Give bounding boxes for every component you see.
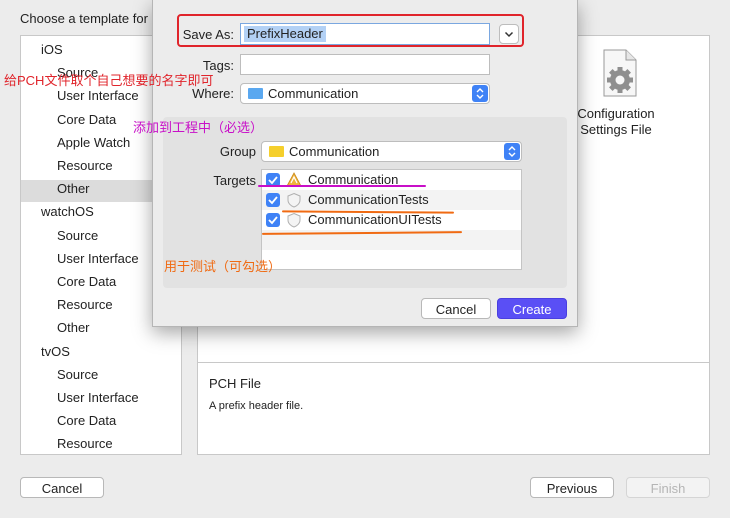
sidebar-item[interactable]: Resource — [57, 436, 113, 451]
checkbox-checked-icon[interactable] — [266, 193, 280, 207]
sidebar-item[interactable]: Resource — [57, 297, 113, 312]
sidebar-item[interactable]: User Interface — [57, 88, 139, 103]
targets-label: Targets — [213, 173, 256, 188]
description-title: PCH File — [209, 376, 262, 391]
group-label: Group — [219, 144, 256, 159]
target-name: CommunicationUITests — [308, 212, 442, 227]
sidebar-item[interactable]: Core Data — [57, 413, 116, 428]
sidebar-item[interactable]: Source — [57, 228, 98, 243]
chooser-title: Choose a template for — [20, 11, 148, 26]
annotation-add-to-project: 添加到工程中（必选） — [133, 120, 264, 135]
cancel-button[interactable]: Cancel — [20, 477, 104, 498]
gear-document-icon[interactable] — [598, 48, 640, 98]
sidebar-item[interactable]: Other — [57, 320, 90, 335]
sidebar-item[interactable]: Resource — [57, 158, 113, 173]
previous-button[interactable]: Previous — [530, 477, 614, 498]
sidebar-platform[interactable]: tvOS — [41, 344, 70, 359]
sidebar-item[interactable]: Core Data — [57, 274, 116, 289]
sidebar-item[interactable]: Core Data — [57, 112, 116, 127]
checkbox-checked-icon[interactable] — [266, 213, 280, 227]
sidebar-item[interactable]: Other — [57, 181, 90, 196]
folder-icon — [248, 88, 263, 99]
folder-icon — [269, 146, 284, 157]
target-row[interactable]: CommunicationTests — [262, 190, 521, 210]
sidebar-item[interactable]: User Interface — [57, 251, 139, 266]
underline-communication — [258, 185, 426, 187]
annotation-for-testing: 用于测试（可勾选） — [164, 259, 282, 274]
annotation-name-hint: 给PCH文件取个自己想要的名字即可 — [4, 73, 214, 88]
save-as-highlight-box — [177, 14, 524, 47]
target-name: CommunicationTests — [308, 192, 429, 207]
popup-stepper-icon — [504, 143, 520, 160]
group-value: Communication — [289, 144, 380, 159]
test-target-icon — [286, 192, 302, 208]
test-target-icon — [286, 212, 302, 228]
sidebar-platform[interactable]: watchOS — [41, 204, 94, 219]
description-divider — [197, 362, 710, 363]
finish-button[interactable]: Finish — [626, 477, 710, 498]
sidebar-platform[interactable]: iOS — [41, 42, 63, 57]
sidebar-item[interactable]: Source — [57, 367, 98, 382]
sidebar-item[interactable]: User Interface — [57, 390, 139, 405]
sidebar-item[interactable]: Apple Watch — [57, 135, 130, 150]
sheet-cancel-button[interactable]: Cancel — [421, 298, 491, 319]
target-row[interactable]: Communication — [262, 170, 521, 190]
create-button[interactable]: Create — [497, 298, 567, 319]
tags-field[interactable] — [240, 54, 490, 75]
group-popup[interactable]: Communication — [261, 141, 522, 162]
description-text: A prefix header file. — [209, 400, 304, 412]
where-value: Communication — [268, 86, 359, 101]
popup-stepper-icon — [472, 85, 488, 102]
template-configuration-settings-file[interactable]: Configuration Settings File — [566, 106, 666, 138]
where-popup[interactable]: Communication — [240, 83, 490, 104]
